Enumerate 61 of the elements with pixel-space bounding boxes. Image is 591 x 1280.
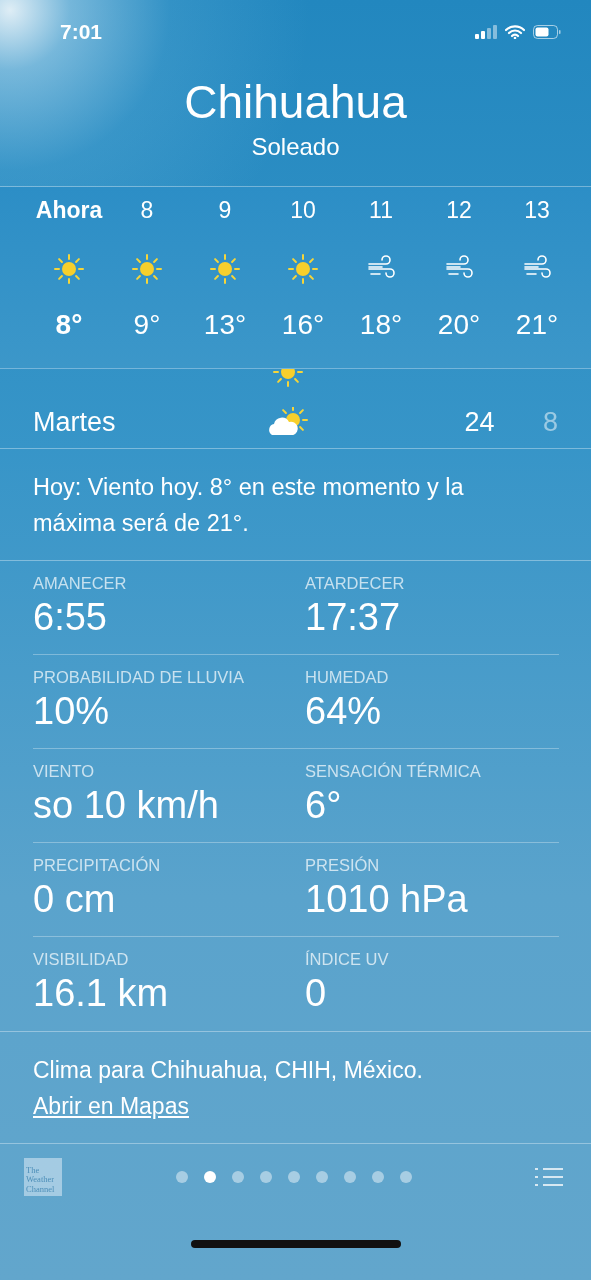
detail-label: PRECIPITACIÓN (33, 855, 162, 875)
hour-temperature: 8° (55, 308, 83, 342)
high-temperature: 24 (463, 406, 495, 438)
signal-icon (475, 25, 497, 39)
detail-label: ÍNDICE UV (305, 949, 390, 969)
page-dot[interactable] (203, 1171, 216, 1183)
hour-temperature: 20° (437, 308, 481, 342)
hour-label: 13 (524, 196, 550, 225)
page-dot[interactable] (371, 1171, 384, 1183)
detail-value: 17:37 (305, 595, 402, 640)
page-dot[interactable] (343, 1171, 356, 1183)
detail-label: AMANECER (33, 573, 128, 593)
hour-temperature: 18° (359, 308, 403, 342)
detail-label: VIENTO (33, 761, 96, 781)
sun-icon (54, 254, 84, 284)
battery-icon (533, 25, 561, 39)
page-dot[interactable] (259, 1171, 272, 1183)
detail-value: 64% (305, 689, 383, 734)
weather-channel-logo[interactable]: The Weather Channel (24, 1158, 62, 1196)
page-dot[interactable] (399, 1171, 412, 1183)
detail-label: VISIBILIDAD (33, 949, 130, 969)
detail-label: ATARDECER (305, 573, 406, 593)
detail-label: PROBABILIDAD DE LLUVIA (33, 667, 245, 687)
sun-icon (132, 254, 162, 284)
detail-label: SENSACIÓN TÉRMICA (305, 761, 482, 781)
status-time: 7:01 (60, 20, 103, 44)
detail-value: 16.1 km (33, 971, 170, 1016)
detail-value: 6° (305, 783, 343, 828)
hour-label: 9 (218, 196, 232, 225)
hour-label: 8 (140, 196, 154, 225)
page-dot[interactable] (315, 1171, 328, 1183)
page-dot[interactable] (287, 1171, 300, 1183)
detail-label: PRESIÓN (305, 855, 381, 875)
weather-condition: Soleado (251, 132, 340, 162)
detail-value: 0 (305, 971, 328, 1016)
hour-temperature: 21° (515, 308, 559, 342)
detail-value: 10% (33, 689, 111, 734)
page-dot[interactable] (231, 1171, 244, 1183)
day-name: Martes (33, 406, 117, 438)
detail-label: HUMEDAD (305, 667, 390, 687)
detail-value: so 10 km/h (33, 783, 220, 828)
city-name: Chihuahua (184, 75, 407, 130)
hour-label: Ahora (35, 196, 103, 225)
hour-label: 12 (446, 196, 472, 225)
hour-temperature: 9° (133, 308, 161, 342)
wifi-icon (505, 25, 525, 39)
sun-icon (210, 254, 240, 284)
list-icon[interactable] (535, 1167, 565, 1187)
sun-icon (288, 254, 318, 284)
forecast-summary: Hoy: Viento hoy. 8° en este momento y la máxima será de 21°. (0, 449, 591, 561)
hour-label: 11 (369, 196, 393, 225)
hour-temperature: 13° (203, 308, 247, 342)
page-dot[interactable] (175, 1171, 188, 1183)
attribution-text: Clima para Chihuahua, CHIH, México. (33, 1056, 423, 1085)
detail-value: 0 cm (33, 877, 117, 922)
hour-label: 10 (290, 196, 316, 225)
open-in-maps-link[interactable]: Abrir en Mapas (33, 1088, 189, 1124)
detail-value: 6:55 (33, 595, 108, 640)
detail-value: 1010 hPa (305, 877, 469, 922)
low-temperature: 8 (542, 406, 558, 438)
hour-temperature: 16° (281, 308, 325, 342)
